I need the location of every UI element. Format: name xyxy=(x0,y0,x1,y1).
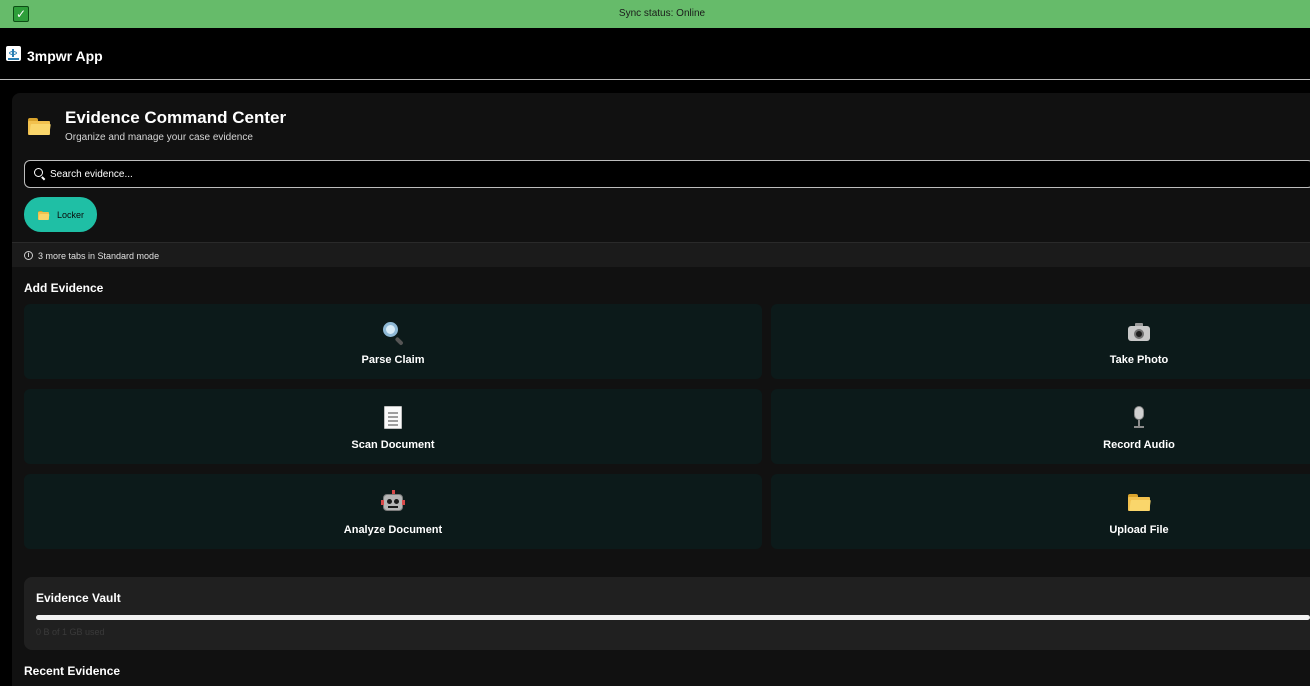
app-title: 3mpwr App xyxy=(27,48,103,64)
scan-document-button[interactable]: Scan Document xyxy=(24,389,762,464)
vault-title: Evidence Vault xyxy=(36,591,121,605)
add-evidence-heading: Add Evidence xyxy=(24,281,104,295)
search-icon xyxy=(34,168,46,181)
action-label: Take Photo xyxy=(1109,354,1169,366)
evidence-vault-card: Evidence Vault 0 B of 1 GB used xyxy=(24,577,1310,650)
folder-icon xyxy=(38,211,50,220)
app-logo-icon xyxy=(6,46,21,61)
page-subtitle: Organize and manage your case evidence xyxy=(65,132,253,143)
vault-usage-text: 0 B of 1 GB used xyxy=(36,627,105,637)
folder-icon xyxy=(28,118,51,135)
mode-info-bar: i 3 more tabs in Standard mode xyxy=(12,242,1310,267)
vault-storage-bar xyxy=(36,615,1310,620)
magnifier-icon xyxy=(381,320,405,346)
microphone-icon xyxy=(1127,405,1151,429)
tab-locker[interactable]: Locker xyxy=(24,197,97,232)
camera-icon xyxy=(1127,320,1151,344)
mode-info-text: 3 more tabs in Standard mode xyxy=(38,251,160,261)
document-icon xyxy=(381,405,405,429)
page-title: Evidence Command Center xyxy=(65,108,287,127)
search-input[interactable] xyxy=(50,164,1300,184)
action-label: Parse Claim xyxy=(361,354,425,366)
upload-file-button[interactable]: Upload File xyxy=(771,474,1310,549)
action-label: Upload File xyxy=(1109,524,1169,536)
info-icon: i xyxy=(24,251,33,260)
sync-status-bar: ✓ Sync status: Online xyxy=(0,0,1310,28)
recent-evidence-heading: Recent Evidence xyxy=(24,664,121,678)
tab-locker-label: Locker xyxy=(57,210,85,220)
action-label: Record Audio xyxy=(1103,439,1175,451)
search-box[interactable] xyxy=(24,160,1310,188)
robot-icon xyxy=(381,490,405,514)
folder-icon xyxy=(1127,490,1151,514)
parse-claim-button[interactable]: Parse Claim xyxy=(24,304,762,379)
record-audio-button[interactable]: Record Audio xyxy=(771,389,1310,464)
action-label: Scan Document xyxy=(351,439,435,451)
app-header: 3mpwr App xyxy=(0,28,1310,80)
action-label: Analyze Document xyxy=(343,524,443,536)
take-photo-button[interactable]: Take Photo xyxy=(771,304,1310,379)
analyze-document-button[interactable]: Analyze Document xyxy=(24,474,762,549)
sync-status-text: Sync status: Online xyxy=(618,8,706,19)
